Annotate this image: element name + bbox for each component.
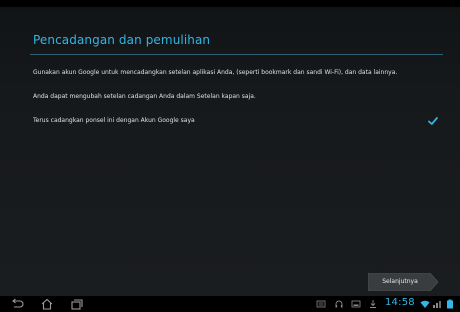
recent-apps-icon[interactable] [70,298,84,310]
home-icon[interactable] [40,298,54,310]
setup-screen: Pencadangan dan pemulihan Gunakan akun G… [0,0,460,312]
backup-checkbox-row[interactable]: Terus cadangkan ponsel ini dengan Akun G… [30,111,443,133]
next-button[interactable]: Selanjutnya [368,273,438,291]
backup-checkbox-label: Terus cadangkan ponsel ini dengan Akun G… [33,117,195,124]
keyboard-icon [316,300,326,308]
screenshot-icon [351,300,361,308]
clock: 14:58 [385,297,415,308]
navigation-bar: 14:58 [0,296,460,312]
title-divider [30,54,443,55]
download-icon [370,300,376,308]
back-icon[interactable] [10,298,24,310]
signal-icon [433,301,441,308]
checkmark-icon[interactable] [427,115,439,127]
page-title: Pencadangan dan pemulihan [33,33,211,47]
description-text: Gunakan akun Google untuk mencadangkan s… [33,69,398,76]
battery-icon [447,299,453,309]
wifi-icon [420,300,430,308]
next-button-label: Selanjutnya [382,278,418,285]
settings-hint-text: Anda dapat mengubah setelan cadangan And… [33,93,256,100]
headset-icon [335,300,343,308]
top-bar [0,0,460,7]
setup-content: Pencadangan dan pemulihan Gunakan akun G… [0,7,460,296]
